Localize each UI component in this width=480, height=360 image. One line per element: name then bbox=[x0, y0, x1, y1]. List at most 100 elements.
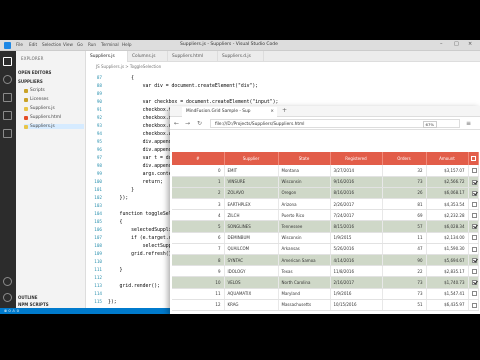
cell-orders[interactable]: 90 bbox=[382, 254, 427, 267]
cell-id[interactable]: 6 bbox=[172, 232, 225, 244]
row-checkbox[interactable] bbox=[471, 280, 477, 286]
cell-select[interactable] bbox=[468, 254, 479, 267]
cell-id[interactable]: 9 bbox=[172, 265, 225, 278]
cell-select[interactable] bbox=[468, 243, 479, 256]
cell-supplier[interactable]: EARTHPLEX bbox=[224, 198, 279, 211]
cell-registered[interactable]: 2/16/2017 bbox=[330, 276, 383, 289]
cell-id[interactable]: 3 bbox=[172, 198, 225, 211]
problems-status[interactable]: ⊗ 0 ⚠ 0 bbox=[4, 308, 19, 313]
cell-amount[interactable]: $1,590.30 bbox=[426, 243, 469, 256]
tree-item-columns-js[interactable]: Suppliers.js bbox=[24, 106, 55, 111]
cell-select[interactable] bbox=[468, 187, 479, 200]
menu-file[interactable]: File bbox=[16, 42, 23, 47]
column-header-registered[interactable]: Registered bbox=[330, 152, 383, 165]
row-checkbox[interactable] bbox=[471, 269, 477, 275]
column-header-amount[interactable]: Amount bbox=[426, 152, 469, 165]
cell-state[interactable]: Puerto Rico bbox=[278, 209, 331, 222]
forward-arrow-icon[interactable]: → bbox=[185, 120, 190, 127]
row-checkbox[interactable] bbox=[471, 224, 477, 230]
cell-select[interactable] bbox=[468, 276, 479, 289]
cell-amount[interactable]: $2,134.00 bbox=[426, 232, 469, 244]
cell-id[interactable]: 1 bbox=[172, 176, 225, 188]
cell-state[interactable]: Arkansas bbox=[278, 243, 331, 256]
close-icon[interactable]: × bbox=[468, 41, 472, 47]
table-row[interactable]: 3 EARTHPLEX Arizona 2/26/2017 81 $4,353.54 bbox=[172, 198, 479, 211]
cell-registered[interactable]: 11/8/2016 bbox=[330, 265, 383, 278]
cell-orders[interactable]: 73 bbox=[382, 276, 427, 289]
cell-select[interactable] bbox=[468, 288, 479, 300]
table-row[interactable]: 2 ZOLAVO Oregon 8/16/2016 26 $6,068.17 bbox=[172, 187, 479, 200]
column-header-orders[interactable]: Orders bbox=[382, 152, 427, 165]
cell-supplier[interactable]: SYNTAC bbox=[224, 254, 279, 267]
menu-terminal[interactable]: Terminal bbox=[101, 42, 119, 47]
column-header-id[interactable]: # bbox=[172, 152, 225, 165]
browser-tab[interactable]: MindFusion.Grid Sample - Sup × bbox=[182, 107, 277, 117]
new-tab-icon[interactable]: + bbox=[282, 107, 287, 114]
cell-registered[interactable]: 4/14/2016 bbox=[330, 254, 383, 267]
select-all-checkbox[interactable] bbox=[470, 156, 476, 162]
column-header-supplier[interactable]: Supplier bbox=[224, 152, 279, 165]
menu-run[interactable]: Run bbox=[88, 42, 96, 47]
table-row[interactable]: 11 AQUAMATIX Maryland 1/9/2016 73 $1,547.41 bbox=[172, 288, 479, 300]
cell-supplier[interactable]: ZILCH bbox=[224, 209, 279, 222]
row-checkbox[interactable] bbox=[471, 179, 477, 185]
table-row[interactable]: 4 ZILCH Puerto Rico 7/24/2017 69 $2,232.28 bbox=[172, 209, 479, 222]
cell-orders[interactable]: 26 bbox=[382, 187, 427, 200]
outline-section[interactable]: OUTLINE bbox=[18, 295, 38, 300]
tree-item-suppliers-html[interactable]: Suppliers.html bbox=[24, 115, 61, 120]
cell-state[interactable]: North Carolina bbox=[278, 276, 331, 289]
menu-go[interactable]: Go bbox=[77, 42, 83, 47]
row-checkbox[interactable] bbox=[471, 190, 477, 196]
tab-suppliers-d-js[interactable]: Suppliers.d.js bbox=[218, 51, 264, 62]
cell-orders[interactable]: 81 bbox=[382, 198, 427, 211]
cell-supplier[interactable]: DEMINBUM bbox=[224, 232, 279, 244]
cell-amount[interactable]: $1,547.41 bbox=[426, 288, 469, 300]
gear-icon[interactable] bbox=[3, 293, 12, 302]
menu-view[interactable]: View bbox=[63, 42, 73, 47]
table-row[interactable]: 6 DEMINBUM Wisconsin 1/9/2015 11 $2,134.00 bbox=[172, 232, 479, 244]
debug-icon[interactable] bbox=[3, 111, 12, 120]
cell-id[interactable]: 8 bbox=[172, 254, 225, 267]
cell-amount[interactable]: $6,028.34 bbox=[426, 220, 469, 233]
menu-icon[interactable]: ≡ bbox=[466, 120, 471, 127]
table-row[interactable]: 7 QUAILCOM Arkansas 5/26/2016 47 $1,590.30 bbox=[172, 243, 479, 256]
cell-id[interactable]: 5 bbox=[172, 220, 225, 233]
row-checkbox[interactable] bbox=[471, 291, 477, 297]
cell-id[interactable]: 12 bbox=[172, 299, 225, 311]
cell-amount[interactable]: $6,068.17 bbox=[426, 187, 469, 200]
cell-registered[interactable]: 7/24/2017 bbox=[330, 209, 383, 222]
tab-close-icon[interactable]: × bbox=[270, 109, 274, 114]
cell-select[interactable] bbox=[468, 220, 479, 233]
npm-scripts-section[interactable]: NPM SCRIPTS bbox=[18, 302, 49, 307]
account-icon[interactable] bbox=[3, 277, 12, 286]
maximize-icon[interactable]: □ bbox=[454, 41, 459, 47]
cell-select[interactable] bbox=[468, 165, 479, 177]
table-row[interactable]: 5 SONGLINES Tennessee 8/15/2016 57 $6,028.34 bbox=[172, 220, 479, 233]
cell-select[interactable] bbox=[468, 299, 479, 311]
cell-registered[interactable]: 3/27/2014 bbox=[330, 165, 383, 177]
cell-orders[interactable]: 73 bbox=[382, 288, 427, 300]
cell-orders[interactable]: 57 bbox=[382, 220, 427, 233]
source-control-icon[interactable] bbox=[3, 93, 12, 102]
cell-state[interactable]: Arizona bbox=[278, 198, 331, 211]
cell-state[interactable]: Wisconsin bbox=[278, 232, 331, 244]
cell-id[interactable]: 2 bbox=[172, 187, 225, 200]
menu-selection[interactable]: Selection bbox=[42, 42, 61, 47]
cell-select[interactable] bbox=[468, 198, 479, 211]
cell-state[interactable]: Montana bbox=[278, 165, 331, 177]
cell-amount[interactable]: $2,232.28 bbox=[426, 209, 469, 222]
cell-amount[interactable]: $1,740.73 bbox=[426, 276, 469, 289]
cell-supplier[interactable]: VINSURE bbox=[224, 176, 279, 188]
menu-help[interactable]: Help bbox=[122, 42, 132, 47]
table-row[interactable]: 12 KRAG Massachusetts 10/15/2016 51 $6,435.97 bbox=[172, 299, 479, 311]
cell-state[interactable]: Wisconsin bbox=[278, 176, 331, 188]
cell-supplier[interactable]: SONGLINES bbox=[224, 220, 279, 233]
tab-suppliers-html[interactable]: Suppliers.html bbox=[168, 51, 218, 62]
cell-supplier[interactable]: AQUAMATIX bbox=[224, 288, 279, 300]
back-arrow-icon[interactable]: ← bbox=[174, 120, 179, 127]
cell-registered[interactable]: 8/16/2016 bbox=[330, 187, 383, 200]
cell-select[interactable] bbox=[468, 176, 479, 188]
cell-registered[interactable]: 5/26/2016 bbox=[330, 243, 383, 256]
breadcrumb[interactable]: JS Suppliers.js > ToggleSelection bbox=[96, 64, 161, 69]
reload-icon[interactable]: ↻ bbox=[197, 120, 202, 127]
